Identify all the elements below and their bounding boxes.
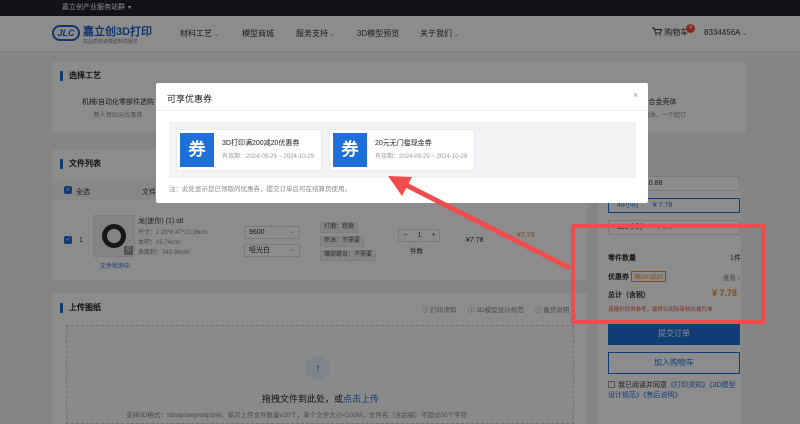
coupon-icon: 券 xyxy=(333,133,367,167)
close-icon[interactable]: × xyxy=(633,90,638,100)
modal-note: 注：此处显示您已领取的优惠券，提交订单后可在结算页使用。 xyxy=(169,186,351,193)
modal-title: 可享优惠券 xyxy=(167,94,213,104)
coupon-icon: 券 xyxy=(180,133,214,167)
coupon-date: 有效期：2024-09-29 ~ 2024-10-29 xyxy=(375,154,468,160)
coupon-name: 3D打印满200减20优惠券 xyxy=(222,140,300,147)
highlight-box xyxy=(571,224,765,324)
coupon-date: 有效期：2024-09-29 ~ 2024-10-29 xyxy=(222,154,315,160)
coupon-name: 20元无门槛现金券 xyxy=(375,140,432,147)
modal-divider xyxy=(156,110,648,111)
modal-overlay[interactable] xyxy=(0,0,800,424)
